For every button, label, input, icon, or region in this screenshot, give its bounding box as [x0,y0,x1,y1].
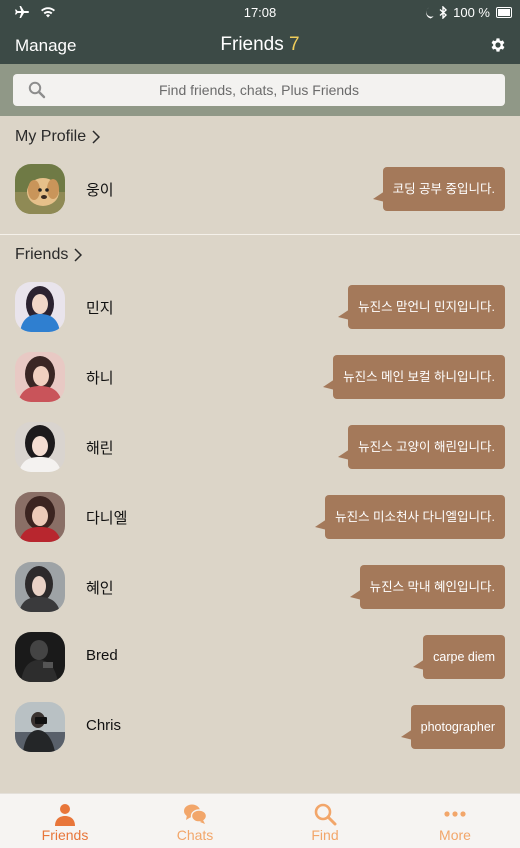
my-profile-avatar[interactable] [15,164,65,214]
friend-name: Chris [86,717,122,734]
friend-row[interactable]: 해린 뉴진스 고양이 해린입니다. [0,418,520,476]
friends-section-header[interactable]: Friends [15,246,83,264]
friend-name: 민지 [86,300,114,317]
page-title-text: Friends [220,34,284,55]
status-message-bubble: 코딩 공부 중입니다. [372,167,505,211]
search-icon [314,803,337,826]
battery-icon [496,7,512,18]
more-dots-icon [444,811,466,817]
friend-name: 해린 [86,440,114,457]
status-message-bubble: 뉴진스 고양이 해린입니다. [338,425,505,469]
moon-icon [426,7,434,18]
status-right-icons: 100 % [423,5,490,20]
status-message-bubble: 뉴진스 미소천사 다니엘입니다. [315,495,505,539]
my-profile-section-header[interactable]: My Profile [15,128,101,146]
status-message-bubble: carpe diem [413,635,505,679]
tab-find[interactable]: Find [260,794,390,848]
friend-count-badge: 7 [289,34,300,55]
friend-avatar[interactable] [15,562,65,612]
my-profile-name: 웅이 [86,182,114,199]
my-profile-section-label: My Profile [15,128,87,145]
status-message-bubble: 뉴진스 막내 혜인입니다. [349,565,505,609]
search-box[interactable] [13,74,505,106]
friend-avatar[interactable] [15,632,65,682]
status-message-bubble: 뉴진스 맏언니 민지입니다. [338,285,505,329]
tab-friends-label: Friends [41,827,89,843]
status-bar: 17:08 100 % [0,0,520,26]
tab-more[interactable]: More [390,794,520,848]
friend-avatar[interactable] [15,422,65,472]
app-header: Manage Friends 7 [0,26,520,64]
search-icon [28,81,46,99]
chat-bubbles-icon [184,804,207,824]
person-icon [55,804,75,826]
tab-find-label: Find [311,827,339,843]
tab-friends[interactable]: Friends [0,794,130,848]
bluetooth-icon [439,6,448,19]
battery-percent: 100 % [453,5,490,20]
friend-row[interactable]: Chris photographer [0,698,520,756]
friend-row[interactable]: 다니엘 뉴진스 미소천사 다니엘입니다. [0,488,520,546]
chevron-right-icon [92,130,101,144]
friend-name: 하니 [86,370,114,387]
search-input[interactable] [53,74,465,106]
friends-section-label: Friends [15,246,69,263]
status-message-bubble: photographer [400,705,505,749]
tab-chats[interactable]: Chats [130,794,260,848]
status-message-bubble: 뉴진스 메인 보컬 하니입니다. [323,355,505,399]
gear-icon[interactable] [489,36,507,54]
friend-avatar[interactable] [15,352,65,402]
tab-more-label: More [439,827,471,843]
friend-name: Bred [86,647,118,664]
friend-row[interactable]: 혜인 뉴진스 막내 혜인입니다. [0,558,520,616]
search-bar-area [0,64,520,116]
bottom-tab-bar: Friends Chats Find More [0,793,520,848]
friend-row[interactable]: 하니 뉴진스 메인 보컬 하니입니다. [0,348,520,406]
friend-row[interactable]: 민지 뉴진스 맏언니 민지입니다. [0,278,520,336]
section-divider [0,234,520,235]
friend-name: 다니엘 [86,510,128,527]
friend-row[interactable]: Bred carpe diem [0,628,520,686]
my-profile-row[interactable]: 웅이 코딩 공부 중입니다. [0,160,520,218]
page-title: Friends 7 [0,34,520,56]
tab-chats-label: Chats [176,827,214,843]
friend-avatar[interactable] [15,492,65,542]
chevron-right-icon [74,248,83,262]
friend-name: 혜인 [86,580,114,597]
friend-avatar[interactable] [15,702,65,752]
friend-avatar[interactable] [15,282,65,332]
